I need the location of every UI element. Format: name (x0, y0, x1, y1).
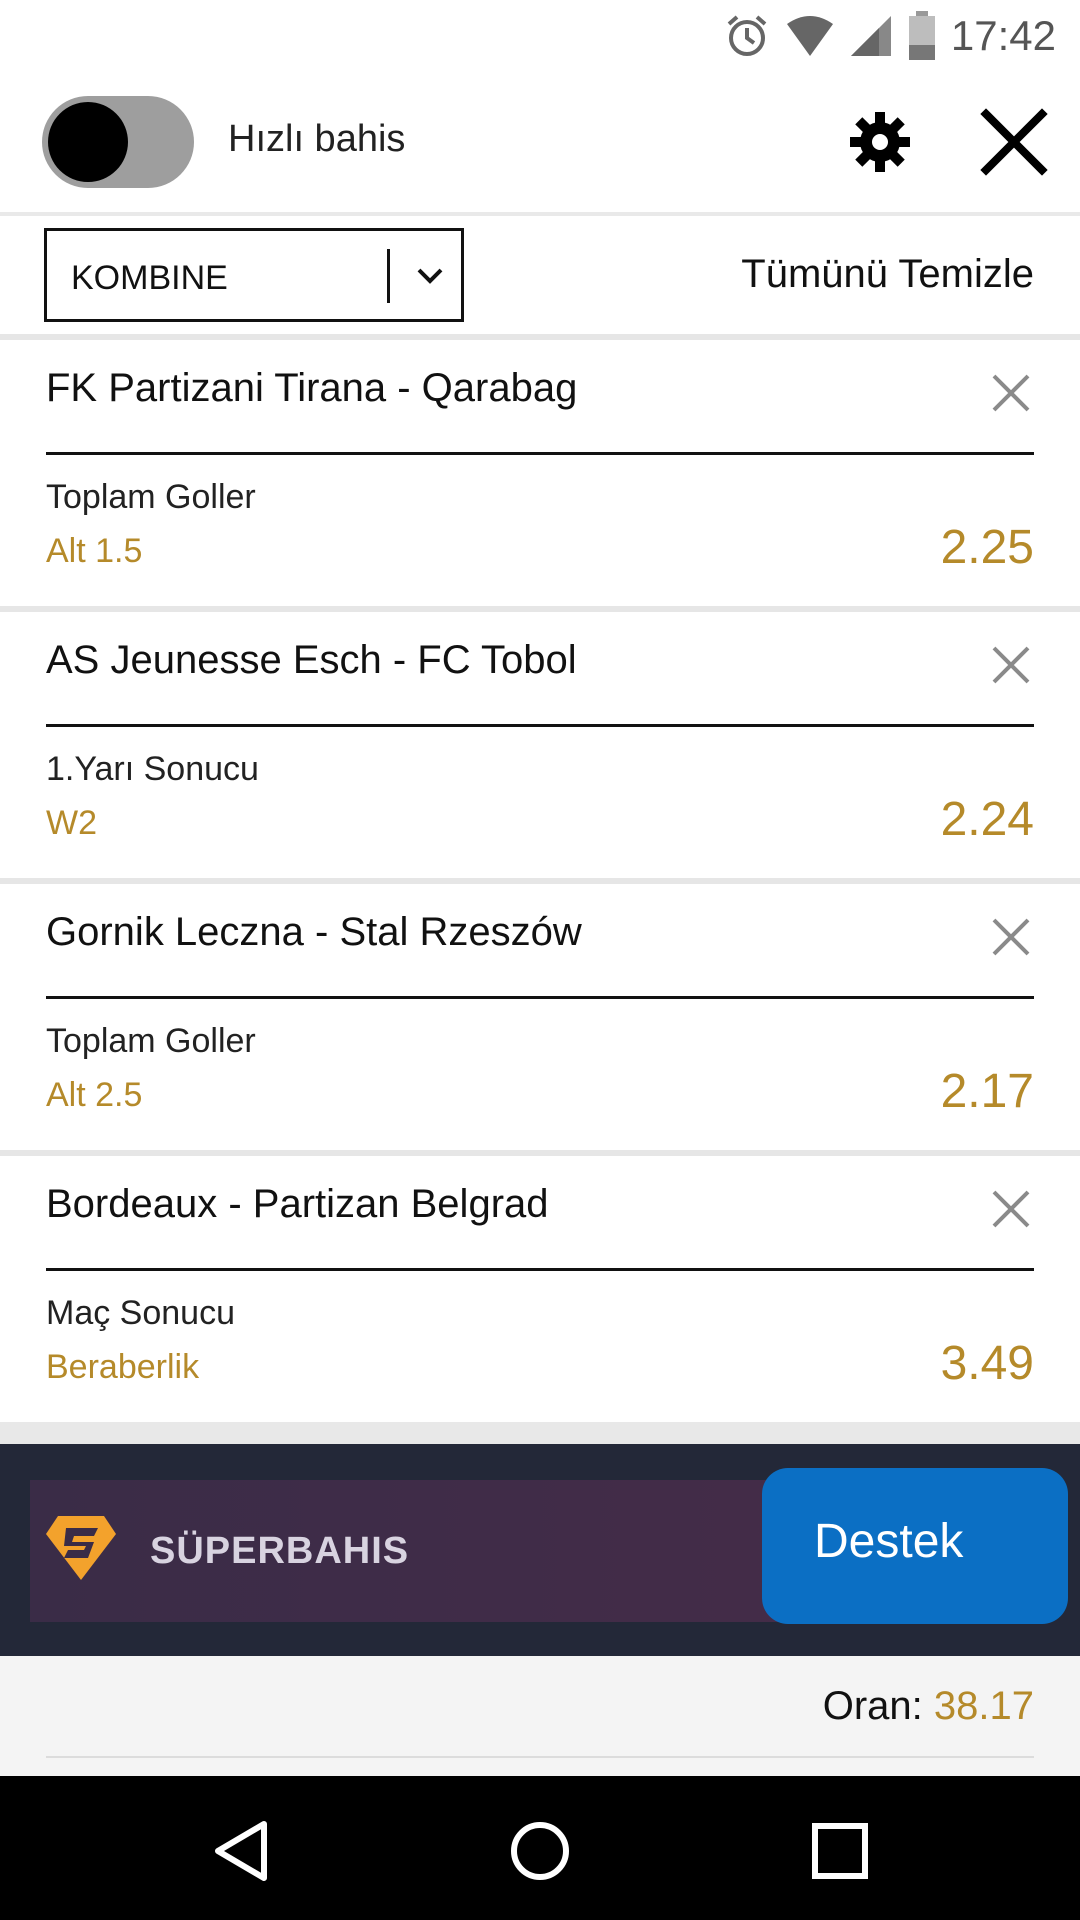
remove-bet-icon[interactable] (990, 916, 1032, 958)
battery-icon (908, 11, 935, 60)
toggle-knob (48, 102, 128, 182)
total-odds-value: 38.17 (933, 1684, 1034, 1728)
home-icon[interactable] (495, 1806, 585, 1896)
bet-divider (46, 996, 1034, 999)
quick-bet-label: Hızlı bahis (228, 118, 406, 160)
odds-value: 3.49 (940, 1337, 1034, 1390)
market-name: 1.Yarı Sonucu (46, 750, 259, 788)
remove-bet-icon[interactable] (990, 1188, 1032, 1230)
bet-divider (46, 452, 1034, 455)
market-name: Toplam Goller (46, 1022, 256, 1060)
bet-item: FK Partizani Tirana - Qarabag Toplam Gol… (0, 340, 1080, 606)
match-name: AS Jeunesse Esch - FC Tobol (46, 638, 577, 682)
match-name: Bordeaux - Partizan Belgrad (46, 1182, 549, 1226)
system-nav-bar (0, 1776, 1080, 1920)
remove-bet-icon[interactable] (990, 644, 1032, 686)
total-odds: Oran: 38.17 (823, 1684, 1034, 1729)
wifi-icon (786, 16, 833, 56)
status-bar: 17:42 (0, 0, 1080, 72)
clock: 17:42 (950, 12, 1056, 59)
footer-divider (46, 1756, 1034, 1758)
clear-all-button[interactable]: Tümünü Temizle (741, 252, 1034, 297)
quick-bet-toggle[interactable] (42, 96, 194, 188)
support-button[interactable]: Destek (762, 1468, 1068, 1624)
betslip-header: Hızlı bahis (0, 72, 1080, 212)
total-odds-label: Oran: (822, 1684, 923, 1728)
brand-name: SÜPERBAHIS (150, 1530, 410, 1572)
bet-item: AS Jeunesse Esch - FC Tobol 1.Yarı Sonuc… (0, 612, 1080, 878)
market-name: Toplam Goller (46, 478, 256, 516)
match-name: Gornik Leczna - Stal Rzeszów (46, 910, 582, 954)
back-icon[interactable] (196, 1806, 286, 1896)
betslip-footer: Oran: 38.17 (0, 1656, 1080, 1776)
support-label: Destek (814, 1515, 964, 1568)
chevron-down-icon (417, 268, 443, 284)
bet-divider (46, 1268, 1034, 1271)
bet-type-select[interactable]: KOMBINE (44, 228, 464, 322)
alarm-icon (727, 15, 767, 56)
selection: W2 (46, 804, 97, 842)
odds-value: 2.25 (940, 521, 1034, 574)
superbahis-logo-icon (46, 1516, 116, 1580)
bet-divider (46, 724, 1034, 727)
remove-bet-icon[interactable] (990, 372, 1032, 414)
selection: Beraberlik (46, 1348, 200, 1386)
market-name: Maç Sonucu (46, 1294, 235, 1332)
selection: Alt 1.5 (46, 532, 143, 570)
bet-type-value: KOMBINE (71, 259, 228, 297)
bet-item: Gornik Leczna - Stal Rzeszów Toplam Goll… (0, 884, 1080, 1150)
gear-icon[interactable] (848, 110, 912, 174)
odds-value: 2.17 (940, 1065, 1034, 1118)
signal-icon (850, 16, 891, 56)
brand-banner-area: SÜPERBAHIS Destek (0, 1444, 1080, 1656)
select-separator (387, 249, 390, 303)
recents-icon[interactable] (795, 1806, 885, 1896)
selection: Alt 2.5 (46, 1076, 143, 1114)
divider (0, 1422, 1080, 1444)
close-icon[interactable] (978, 106, 1050, 178)
bet-item: Bordeaux - Partizan Belgrad Maç Sonucu B… (0, 1156, 1080, 1422)
odds-value: 2.24 (940, 793, 1034, 846)
match-name: FK Partizani Tirana - Qarabag (46, 366, 578, 410)
betslip-toolbar: KOMBINE Tümünü Temizle (0, 216, 1080, 334)
